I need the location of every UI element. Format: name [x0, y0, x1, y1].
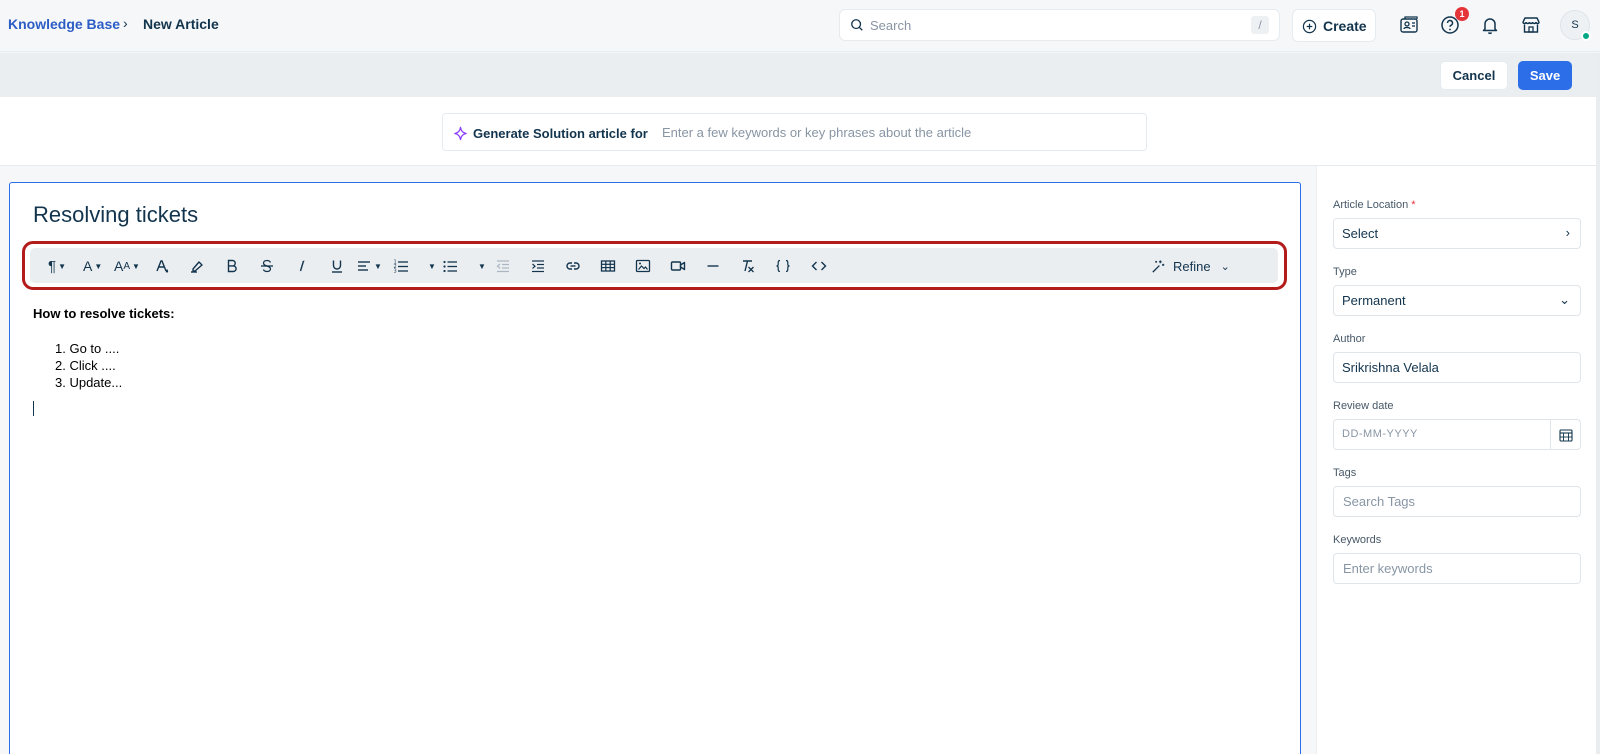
- article-title[interactable]: Resolving tickets: [33, 202, 198, 228]
- tags-label: Tags: [1333, 467, 1357, 479]
- keywords-label: Keywords: [1333, 534, 1382, 546]
- font-size-icon[interactable]: A A ▼: [114, 256, 140, 276]
- tags-search-input[interactable]: Search Tags: [1333, 486, 1581, 517]
- search-icon: [851, 19, 863, 31]
- ai-generate-strip: Generate Solution article for Enter a fe…: [0, 97, 1596, 166]
- paragraph-format-icon[interactable]: ¶ ▼: [48, 256, 66, 276]
- chevron-right-icon: ›: [1565, 225, 1570, 240]
- review-date-label: Review date: [1333, 400, 1394, 412]
- article-editor[interactable]: Resolving tickets ¶ ▼ A ▼ A A ▼ ▼ 1 2 3 …: [9, 182, 1301, 754]
- keywords-placeholder: Enter keywords: [1343, 561, 1433, 576]
- online-status-dot: [1581, 31, 1591, 41]
- indent-icon[interactable]: [530, 256, 546, 276]
- svg-text:3: 3: [394, 269, 397, 275]
- sparkle-icon: [454, 126, 467, 141]
- editor-body[interactable]: How to resolve tickets: 1. Go to .... 2.…: [33, 306, 175, 390]
- numbered-list: 1. Go to .... 2. Click .... 3. Update...: [55, 340, 122, 391]
- outdent-icon[interactable]: [495, 256, 511, 276]
- video-icon[interactable]: [670, 256, 686, 276]
- review-date-placeholder: DD-MM-YYYY: [1342, 428, 1418, 440]
- bell-icon[interactable]: [1479, 14, 1501, 36]
- help-notification-badge: 1: [1455, 7, 1469, 21]
- type-label: Type: [1333, 266, 1357, 278]
- chevron-down-icon: ⌄: [1220, 260, 1230, 273]
- image-icon[interactable]: [635, 256, 651, 276]
- article-properties-panel: Article Location * Select › Type Permane…: [1316, 166, 1596, 754]
- text-cursor: [33, 401, 34, 416]
- strikethrough-icon[interactable]: [259, 256, 275, 276]
- author-value: Srikrishna Velala: [1342, 360, 1439, 375]
- search-placeholder: Search: [870, 18, 912, 33]
- top-bar: Knowledge Base › New Article Search / Cr…: [0, 0, 1600, 52]
- type-value: Permanent: [1342, 293, 1406, 308]
- save-button[interactable]: Save: [1518, 61, 1572, 90]
- source-code-icon[interactable]: [811, 256, 827, 276]
- generate-article-input[interactable]: Generate Solution article for Enter a fe…: [442, 113, 1147, 151]
- global-search-input[interactable]: Search /: [839, 9, 1280, 41]
- generate-placeholder: Enter a few keywords or key phrases abou…: [662, 125, 972, 140]
- plus-circle-icon: [1302, 19, 1317, 34]
- page-scrollbar[interactable]: [1596, 53, 1600, 754]
- author-label: Author: [1333, 333, 1366, 345]
- bullet-list-icon[interactable]: [442, 256, 458, 276]
- list-item: 3. Update...: [55, 375, 123, 390]
- action-bar: Cancel Save: [0, 53, 1596, 141]
- highlight-color-icon[interactable]: [189, 256, 205, 276]
- article-location-value: Select: [1342, 226, 1379, 241]
- toolbar-highlight: ¶ ▼ A ▼ A A ▼ ▼ 1 2 3 ▼ ▼ Refine ⌄: [22, 241, 1287, 290]
- list-item: 1. Go to ....: [55, 341, 120, 356]
- list-item: 2. Click ....: [55, 358, 116, 373]
- cancel-button[interactable]: Cancel: [1440, 61, 1508, 90]
- breadcrumb-knowledge-base-link[interactable]: Knowledge Base: [8, 16, 120, 32]
- review-date-field[interactable]: DD-MM-YYYY: [1333, 419, 1581, 450]
- align-icon[interactable]: ▼: [356, 256, 382, 276]
- font-family-icon[interactable]: A ▼: [83, 256, 102, 276]
- numbered-list-icon[interactable]: 123: [393, 256, 409, 276]
- italic-icon[interactable]: [294, 256, 310, 276]
- marketplace-store-icon[interactable]: [1520, 14, 1542, 36]
- calendar-icon[interactable]: [1550, 420, 1580, 449]
- numbered-list-dropdown-icon[interactable]: ▼: [426, 256, 436, 276]
- search-shortcut-key: /: [1251, 16, 1269, 34]
- table-icon[interactable]: [600, 256, 616, 276]
- magic-wand-icon: [1152, 259, 1165, 273]
- breadcrumb-current: New Article: [143, 16, 219, 32]
- chevron-down-icon: ⌄: [1559, 292, 1570, 307]
- author-field[interactable]: Srikrishna Velala: [1333, 352, 1581, 383]
- content-heading: How to resolve tickets:: [33, 306, 175, 321]
- breadcrumb-separator: ›: [123, 15, 128, 31]
- keywords-input[interactable]: Enter keywords: [1333, 553, 1581, 584]
- article-location-label: Article Location *: [1333, 199, 1416, 211]
- bullet-list-dropdown-icon[interactable]: ▼: [476, 256, 486, 276]
- create-label: Create: [1323, 18, 1367, 34]
- create-button[interactable]: Create: [1292, 9, 1376, 42]
- type-select[interactable]: Permanent ⌄: [1333, 285, 1581, 316]
- tags-placeholder: Search Tags: [1343, 494, 1416, 509]
- horizontal-rule-icon[interactable]: [705, 256, 721, 276]
- rich-text-toolbar: ¶ ▼ A ▼ A A ▼ ▼ 1 2 3 ▼ ▼ Refine ⌄: [30, 248, 1278, 283]
- underline-icon[interactable]: [329, 256, 345, 276]
- required-marker: *: [1411, 199, 1416, 211]
- code-block-icon[interactable]: [775, 256, 791, 276]
- contact-card-icon[interactable]: [1399, 14, 1421, 36]
- bold-icon[interactable]: [224, 256, 240, 276]
- text-color-icon[interactable]: [154, 256, 170, 276]
- article-location-select[interactable]: Select ›: [1333, 218, 1581, 249]
- link-icon[interactable]: [565, 256, 581, 276]
- generate-label: Generate Solution article for: [473, 126, 648, 141]
- refine-button[interactable]: Refine ⌄: [1150, 255, 1230, 277]
- clear-formatting-icon[interactable]: [740, 256, 756, 276]
- refine-label: Refine: [1173, 258, 1211, 274]
